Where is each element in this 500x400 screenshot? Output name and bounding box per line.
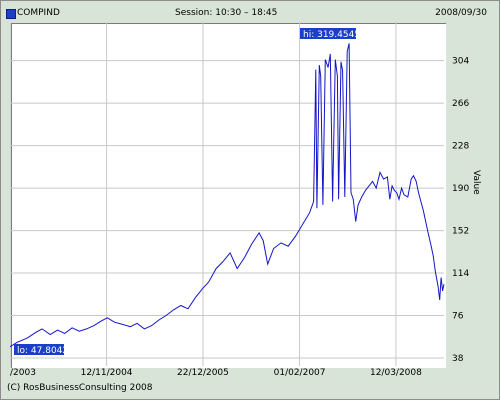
y-tick-label: 228 xyxy=(452,142,469,152)
y-tick-label: 152 xyxy=(452,227,469,237)
y-tick-label: 76 xyxy=(452,312,464,322)
y-tick-label: 190 xyxy=(452,184,469,194)
x-tick-label: 22/12/2005 xyxy=(177,368,229,378)
date-label: 2008/09/30 xyxy=(435,8,487,18)
x-tick-label: 03/10/2003 xyxy=(10,368,36,378)
chart-header: COMPIND Session: 10:30 – 18:45 2008/09/3… xyxy=(1,1,499,23)
series-line xyxy=(10,43,445,348)
symbol-title: COMPIND xyxy=(17,8,60,18)
x-tick-label: 12/11/2004 xyxy=(81,368,133,378)
price-chart: 38 76 114 152 190 228 266 304 03/10/2003 12/11/20… xyxy=(10,22,481,378)
lo-label: lo: 47.8042 xyxy=(17,346,68,356)
y-tick-label: 114 xyxy=(452,269,469,279)
y-tick-label: 266 xyxy=(452,99,469,109)
session-label: Session: 10:30 – 18:45 xyxy=(175,8,278,18)
hi-label: hi: 319.4545 xyxy=(303,30,360,40)
series-color-swatch xyxy=(6,9,16,19)
x-tick-label: 01/02/2007 xyxy=(274,368,326,378)
copyright-label: (C) RosBusinessConsulting 2008 xyxy=(7,383,153,393)
y-tick-label: 304 xyxy=(452,57,469,67)
y-tick-label: 38 xyxy=(452,354,464,364)
y-axis-label: Value xyxy=(471,170,481,195)
x-tick-label: 12/03/2008 xyxy=(370,368,422,378)
